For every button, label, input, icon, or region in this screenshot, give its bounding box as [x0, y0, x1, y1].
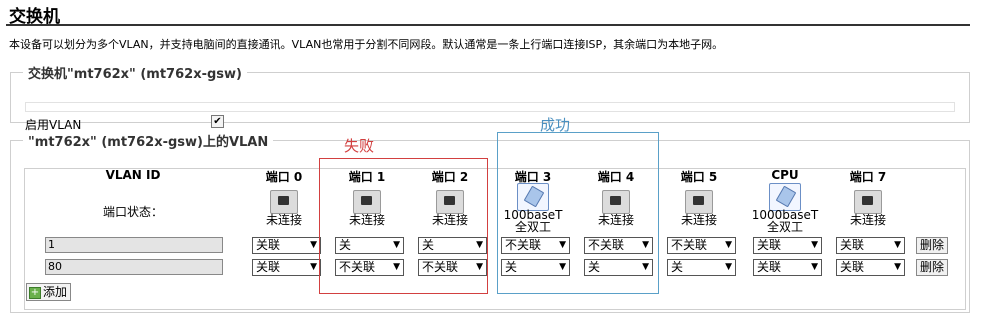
port-status-6: 1000baseT 全双工	[750, 209, 820, 233]
port-membership-select[interactable]: 关联 ▼	[836, 259, 905, 276]
port-header-0: 端口 0	[265, 170, 303, 184]
port-status-7: 未连接	[849, 213, 886, 227]
port-status-duplex: 全双工	[766, 220, 803, 234]
port-header-7: 端口 7	[849, 170, 887, 184]
chevron-down-icon: ▼	[894, 262, 901, 272]
chevron-down-icon: ▼	[811, 240, 818, 250]
add-icon: +	[29, 286, 41, 299]
chevron-down-icon: ▼	[310, 240, 317, 250]
chevron-down-icon: ▼	[725, 240, 732, 250]
switch-inner-panel	[25, 102, 955, 112]
port-header-6: CPU	[771, 168, 799, 182]
port-membership-select[interactable]: 关 ▼	[667, 259, 736, 276]
port-membership-select[interactable]: 关联 ▼	[753, 237, 822, 254]
select-value: 关	[671, 260, 684, 274]
port-status-0: 未连接	[265, 213, 302, 227]
select-value: 关联	[757, 260, 782, 274]
port-status-5: 未连接	[680, 213, 717, 227]
select-value: 关联	[757, 238, 782, 252]
vlan-id-input[interactable]: 1	[45, 237, 223, 253]
port-membership-select[interactable]: 关联 ▼	[753, 259, 822, 276]
add-vlan-button[interactable]: + 添加	[26, 283, 72, 301]
select-value: 关联	[840, 260, 865, 274]
title-divider	[6, 24, 970, 26]
enable-vlan-checkbox[interactable]: ✔	[211, 115, 224, 128]
chevron-down-icon: ▼	[894, 240, 901, 250]
ethernet-port-icon	[854, 190, 882, 214]
chevron-down-icon: ▼	[811, 262, 818, 272]
delete-vlan-button[interactable]: 删除	[916, 237, 948, 254]
select-value: 关联	[256, 260, 281, 274]
port-header-5: 端口 5	[680, 170, 718, 184]
select-value: 关联	[840, 238, 865, 252]
port-membership-select[interactable]: 关联 ▼	[252, 259, 321, 276]
delete-vlan-button[interactable]: 删除	[916, 259, 948, 276]
fail-annotation: 失败	[344, 137, 375, 155]
port-membership-select[interactable]: 关联 ▼	[252, 237, 321, 254]
chevron-down-icon: ▼	[725, 262, 732, 272]
switch-fieldset: 交换机"mt762x" (mt762x-gsw) 启用VLAN ✔	[10, 63, 970, 132]
success-highlight-box	[497, 132, 659, 294]
ethernet-port-icon	[685, 190, 713, 214]
success-annotation: 成功	[540, 116, 571, 134]
vlan-legend: "mt762x" (mt762x-gsw)上的VLAN	[28, 135, 269, 150]
ethernet-port-icon	[270, 190, 298, 214]
port-state-label: 端口状态：	[103, 205, 164, 219]
switch-legend: 交换机"mt762x" (mt762x-gsw)	[28, 67, 242, 82]
port-membership-select[interactable]: 不关联 ▼	[667, 237, 736, 254]
page-description: 本设备可以划分为多个VLAN，并支持电脑间的直接通讯。VLAN也常用于分割不同网…	[9, 38, 724, 51]
select-value: 不关联	[671, 238, 708, 252]
vlan-id-header: VLAN ID	[105, 168, 161, 182]
select-value: 关联	[256, 238, 281, 252]
chevron-down-icon: ▼	[310, 262, 317, 272]
fail-highlight-box	[319, 158, 488, 294]
add-vlan-label: 添加	[43, 285, 68, 299]
port-membership-select[interactable]: 关联 ▼	[836, 237, 905, 254]
vlan-id-input[interactable]: 80	[45, 259, 223, 275]
ethernet-port-connected-icon	[769, 183, 801, 211]
